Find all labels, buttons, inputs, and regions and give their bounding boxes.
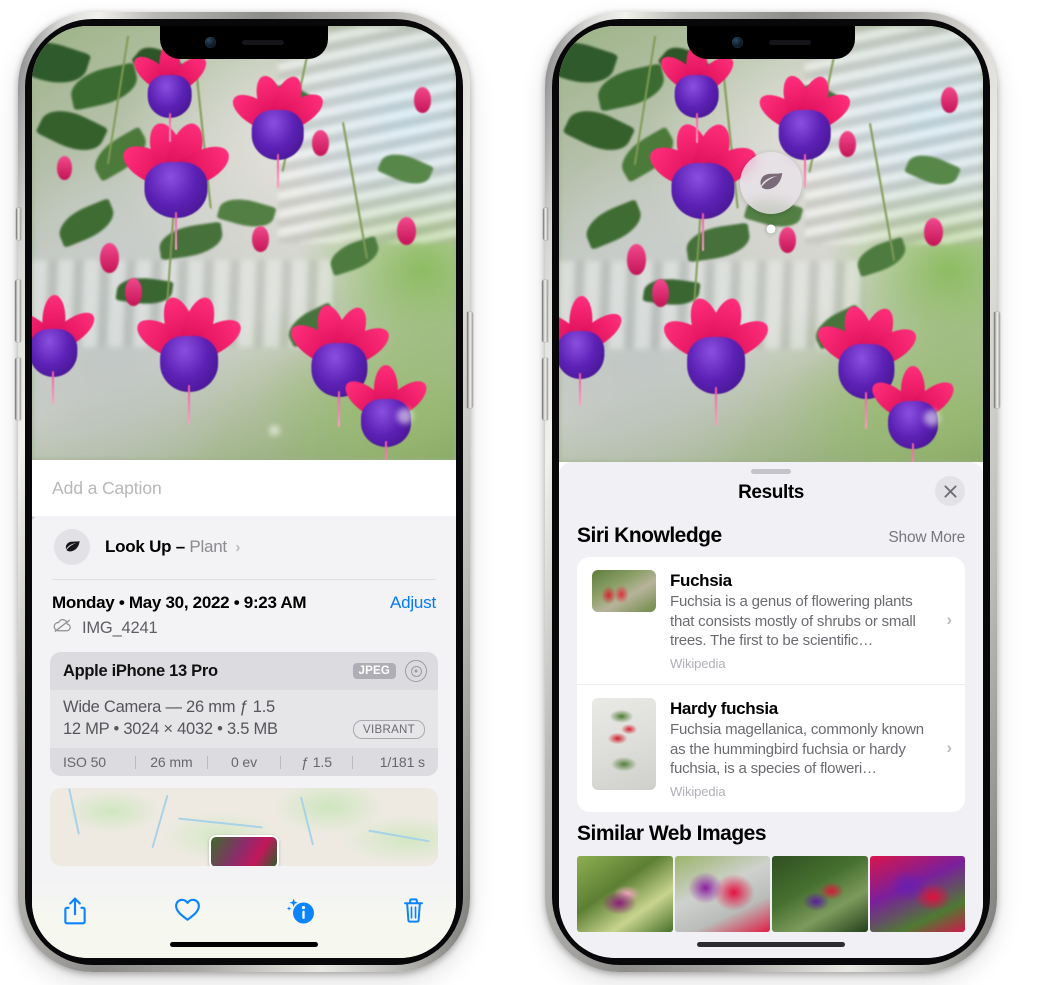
visual-look-up-dot [766,224,776,234]
caption-placeholder: Add a Caption [52,477,162,498]
close-icon[interactable] [935,476,965,506]
info-sparkle-icon[interactable] [286,896,316,931]
result-description: Fuchsia is a genus of flowering plants t… [670,593,916,650]
list-item[interactable]: Hardy fuchsia Fuchsia magellanica, commo… [577,683,965,812]
screen-right: Results Siri Knowledge Show More Fuchsia… [559,26,983,958]
front-camera-icon [204,37,216,48]
caption-input[interactable]: Add a Caption [32,460,456,516]
adjust-button[interactable]: Adjust [390,593,436,613]
metadata-card[interactable]: Apple iPhone 13 Pro JPEG Wide Camera — 2… [50,652,438,776]
exif-aperture: ƒ 1.5 [301,754,332,770]
home-indicator[interactable] [170,942,318,947]
section-title: Siri Knowledge [577,524,722,547]
volume-up-button[interactable] [15,280,21,342]
style-badge: VIBRANT [353,720,425,739]
volume-down-button[interactable] [542,358,548,420]
result-title: Fuchsia [670,571,732,590]
power-button[interactable] [994,312,1000,408]
map-photo-pin[interactable] [209,834,279,866]
exif-row: ISO 50 26 mm 0 ev ƒ 1.5 1/181 s [50,748,438,776]
result-source: Wikipedia [670,655,726,671]
sparkle-icon: ✦ [32,510,37,527]
lens-line: Wide Camera — 26 mm ƒ 1.5 [63,698,275,716]
result-description: Fuchsia magellanica, commonly known as t… [670,721,924,777]
exif-ev: 0 ev [230,754,258,770]
exif-shutter: 1/181 s [379,754,425,770]
flower [117,119,236,251]
chevron-right-icon: › [946,738,952,758]
result-thumbnail [592,697,656,790]
chevron-right-icon: › [946,610,952,630]
result-source: Wikipedia [670,783,726,799]
results-sheet: Results Siri Knowledge Show More Fuchsia… [559,462,983,958]
result-title: Hardy fuchsia [670,698,778,718]
web-image-thumbnail[interactable] [577,855,673,932]
heart-icon[interactable] [173,896,202,928]
look-up-subject: Plant [189,537,227,556]
notch [160,26,328,59]
format-badge: JPEG [352,663,396,679]
result-thumbnail [592,570,656,612]
date-block: Monday • May 30, 2022 • 9:23 AM Adjust I… [32,580,456,650]
look-up-label: Look Up – Plant › [105,537,240,557]
metadata-body: Wide Camera — 26 mm ƒ 1.5 12 MP • 3024 ×… [50,690,438,748]
exif-focal: 26 mm [150,754,193,770]
results-header: Results [559,474,983,514]
look-up-title: Look Up – [105,537,185,556]
web-image-thumbnail[interactable] [772,855,868,932]
similar-web-images-strip[interactable] [559,855,983,932]
web-image-thumbnail[interactable] [869,855,965,932]
phone-right: Results Siri Knowledge Show More Fuchsia… [542,12,1000,972]
file-name: IMG_4241 [82,618,158,637]
capture-date: Monday • May 30, 2022 • 9:23 AM [52,593,307,612]
photo-viewer[interactable] [32,26,456,460]
look-up-row[interactable]: ✦ ✦ Look Up – Plant › [32,510,456,579]
siri-knowledge-header: Siri Knowledge Show More [559,514,983,557]
chevron-right-icon: › [235,539,241,556]
front-camera-icon [731,37,743,48]
volume-up-button[interactable] [542,280,548,342]
similar-web-images-header: Similar Web Images [559,812,983,852]
notch [687,26,855,59]
earpiece-speaker [241,40,284,45]
list-item[interactable]: Fuchsia Fuchsia is a genus of flowering … [577,557,965,684]
icloud-slash-icon [52,618,73,638]
volume-down-button[interactable] [15,358,21,420]
leaf-icon [54,529,90,565]
photo-info-sheet: ✦ ✦ Look Up – Plant › Monday • May 30, 2… [32,510,456,958]
aperture-icon [405,660,427,682]
trash-icon[interactable] [401,896,426,930]
siri-knowledge-card: Fuchsia Fuchsia is a genus of flowering … [577,557,965,812]
results-title: Results [738,482,804,503]
visual-look-up-badge[interactable] [740,151,802,214]
device-name: Apple iPhone 13 Pro [63,661,218,680]
mute-switch[interactable] [543,208,548,240]
screen-left: Add a Caption ✦ ✦ Look Up – Plant › [32,26,456,958]
share-icon[interactable] [62,896,88,931]
web-image-thumbnail[interactable] [674,855,770,932]
spec-line: 12 MP • 3024 × 4032 • 3.5 MB [63,720,278,738]
mute-switch[interactable] [16,208,21,240]
exif-iso: ISO 50 [63,754,106,770]
photo-viewer[interactable] [559,26,983,462]
metadata-header: Apple iPhone 13 Pro JPEG [50,652,438,690]
show-more-button[interactable]: Show More [888,529,965,547]
leaf-icon [760,172,783,190]
location-map[interactable] [50,788,438,866]
power-button[interactable] [467,312,473,408]
home-indicator[interactable] [697,942,845,947]
flower [643,120,763,252]
section-title: Similar Web Images [577,821,767,845]
phone-left: Add a Caption ✦ ✦ Look Up – Plant › [15,12,473,972]
earpiece-speaker [768,40,811,45]
